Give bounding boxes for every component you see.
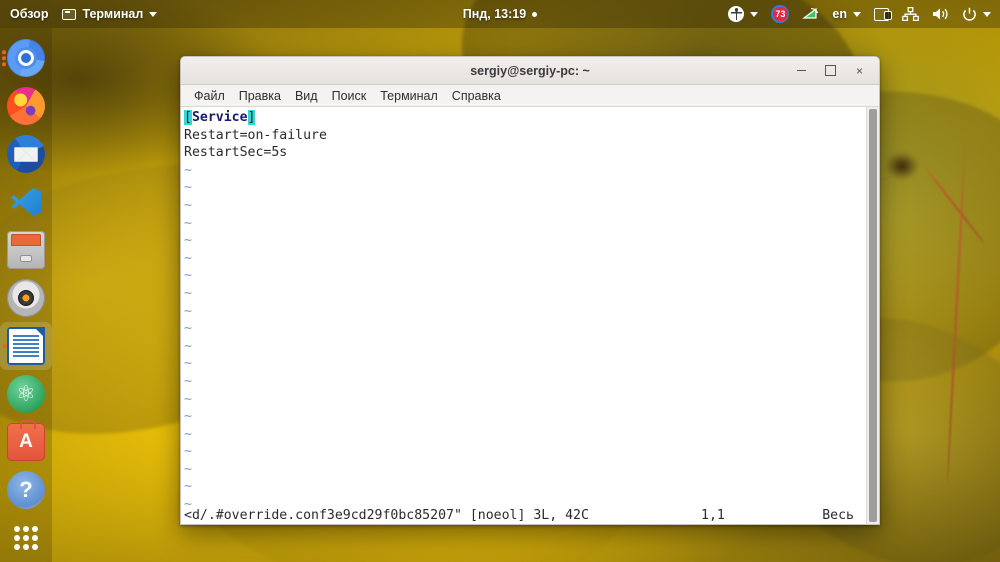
vim-line: [Service] bbox=[184, 109, 866, 127]
dock-item-files[interactable] bbox=[0, 226, 52, 274]
vim-line: Restart=on-failure bbox=[184, 127, 866, 145]
chevron-down-icon bbox=[149, 11, 158, 17]
window-titlebar[interactable]: sergiy@sergiy-pc: ~ × bbox=[181, 57, 879, 85]
files-icon bbox=[7, 231, 45, 269]
menu-terminal[interactable]: Терминал bbox=[373, 87, 445, 105]
clock-label: Пнд, 13:19 bbox=[462, 7, 527, 21]
wifi-icon[interactable] bbox=[802, 7, 819, 22]
vim-empty-line-marker: ~ bbox=[184, 479, 192, 495]
close-button[interactable]: × bbox=[853, 64, 866, 77]
dock-item-atom[interactable] bbox=[0, 370, 52, 418]
keyboard-layout-button[interactable]: en bbox=[832, 7, 861, 21]
vim-empty-line-marker: ~ bbox=[184, 197, 192, 213]
vim-empty-line-marker: ~ bbox=[184, 409, 192, 425]
overview-label: Обзор bbox=[10, 7, 49, 21]
status-position: 1,1 bbox=[701, 507, 725, 523]
power-icon bbox=[962, 7, 977, 22]
thunderbird-icon bbox=[7, 135, 45, 173]
maximize-button[interactable] bbox=[824, 64, 837, 77]
scrollbar-thumb[interactable] bbox=[869, 109, 877, 522]
top-panel: Обзор Терминал Пнд, 13:19 73 en bbox=[0, 0, 1000, 28]
terminal-body[interactable]: [Service] Restart=on-failure RestartSec=5s… bbox=[181, 107, 879, 524]
menu-file[interactable]: Файл bbox=[187, 87, 232, 105]
screen-share-icon[interactable] bbox=[874, 7, 892, 21]
notification-count: 73 bbox=[773, 6, 788, 22]
chevron-down-icon bbox=[853, 11, 861, 17]
libreoffice-writer-icon bbox=[7, 327, 45, 365]
accessibility-icon bbox=[728, 6, 745, 22]
vim-status-line: <d/.#override.conf3e9cd29f0bc85207" [noe… bbox=[181, 506, 866, 524]
running-indicator-dots bbox=[2, 50, 6, 66]
system-indicators: 73 en bbox=[728, 5, 1000, 23]
chevron-down-icon bbox=[750, 11, 759, 17]
vim-empty-line-marker: ~ bbox=[184, 444, 192, 460]
dock-item-show-applications[interactable] bbox=[0, 514, 52, 562]
notification-badge-icon[interactable]: 73 bbox=[771, 5, 790, 23]
vim-text-segment: ] bbox=[247, 110, 256, 125]
vscode-icon bbox=[7, 183, 45, 221]
vim-empty-line-marker: ~ bbox=[184, 180, 192, 196]
dock-item-libreoffice-writer[interactable] bbox=[0, 322, 52, 370]
chromium-icon bbox=[7, 39, 45, 77]
firefox-icon bbox=[7, 87, 45, 125]
app-menu-label: Терминал bbox=[82, 7, 144, 21]
vim-buffer[interactable]: [Service] Restart=on-failure RestartSec=5s… bbox=[181, 107, 866, 524]
volume-icon[interactable] bbox=[932, 7, 949, 21]
vim-text-segment: Restart=on-failure bbox=[184, 127, 327, 143]
vim-empty-line-marker: ~ bbox=[184, 426, 192, 442]
notification-dot-icon bbox=[532, 11, 538, 17]
terminal-window[interactable]: sergiy@sergiy-pc: ~ × Файл Правка Вид По… bbox=[180, 56, 880, 525]
vim-empty-line-marker: ~ bbox=[184, 268, 192, 284]
overview-button[interactable]: Обзор bbox=[10, 7, 48, 21]
vim-text-segment: [ bbox=[184, 110, 192, 125]
terminal-menubar: Файл Правка Вид Поиск Терминал Справка bbox=[181, 85, 879, 107]
app-menu-button[interactable]: Терминал bbox=[62, 7, 158, 21]
keyboard-layout-label: en bbox=[832, 7, 847, 21]
dock-item-help[interactable] bbox=[0, 466, 52, 514]
terminal-icon bbox=[62, 8, 77, 20]
vim-empty-line-marker: ~ bbox=[184, 162, 192, 178]
network-icon[interactable] bbox=[902, 6, 919, 22]
clock-button[interactable]: Пнд, 13:19 bbox=[462, 7, 538, 21]
rhythmbox-icon bbox=[7, 279, 45, 317]
help-icon bbox=[7, 471, 45, 509]
vim-empty-line-marker: ~ bbox=[184, 391, 192, 407]
vim-text-segment: RestartSec=5s bbox=[184, 145, 288, 161]
terminal-scrollbar[interactable] bbox=[866, 107, 879, 524]
minimize-button[interactable] bbox=[795, 64, 808, 77]
status-file: <d/.#override.conf3e9cd29f0bc85207" [noe… bbox=[184, 507, 589, 523]
accessibility-button[interactable] bbox=[728, 6, 759, 22]
vim-empty-line-marker: ~ bbox=[184, 338, 192, 354]
vim-empty-line-marker: ~ bbox=[184, 233, 192, 249]
menu-help[interactable]: Справка bbox=[445, 87, 508, 105]
dock-item-thunderbird[interactable] bbox=[0, 130, 52, 178]
dock-item-vscode[interactable] bbox=[0, 178, 52, 226]
menu-view[interactable]: Вид bbox=[288, 87, 325, 105]
running-indicator-dot bbox=[2, 344, 7, 348]
apps-grid-icon bbox=[7, 519, 45, 557]
vim-empty-line-marker: ~ bbox=[184, 215, 192, 231]
vim-empty-line-marker: ~ bbox=[184, 303, 192, 319]
vim-empty-line-marker: ~ bbox=[184, 285, 192, 301]
status-view: Весь bbox=[822, 507, 854, 523]
vim-empty-line-marker: ~ bbox=[184, 373, 192, 389]
vim-line: RestartSec=5s bbox=[184, 144, 866, 162]
dock-item-firefox[interactable] bbox=[0, 82, 52, 130]
vim-empty-line-marker: ~ bbox=[184, 461, 192, 477]
vim-empty-line-marker: ~ bbox=[184, 321, 192, 337]
atom-icon bbox=[7, 375, 45, 413]
dock-item-chromium[interactable] bbox=[0, 34, 52, 82]
vim-text-segment: Service bbox=[191, 110, 248, 125]
vim-empty-line-marker: ~ bbox=[184, 356, 192, 372]
vim-empty-line-marker: ~ bbox=[184, 250, 192, 266]
power-menu-button[interactable] bbox=[962, 7, 991, 22]
menu-search[interactable]: Поиск bbox=[325, 87, 374, 105]
chevron-down-icon bbox=[983, 11, 991, 17]
launcher-dock bbox=[0, 28, 52, 562]
dock-item-rhythmbox[interactable] bbox=[0, 274, 52, 322]
ubuntu-software-icon bbox=[7, 420, 45, 461]
dock-item-ubuntu-software[interactable] bbox=[0, 418, 52, 466]
window-title: sergiy@sergiy-pc: ~ bbox=[470, 63, 590, 78]
menu-edit[interactable]: Правка bbox=[232, 87, 288, 105]
